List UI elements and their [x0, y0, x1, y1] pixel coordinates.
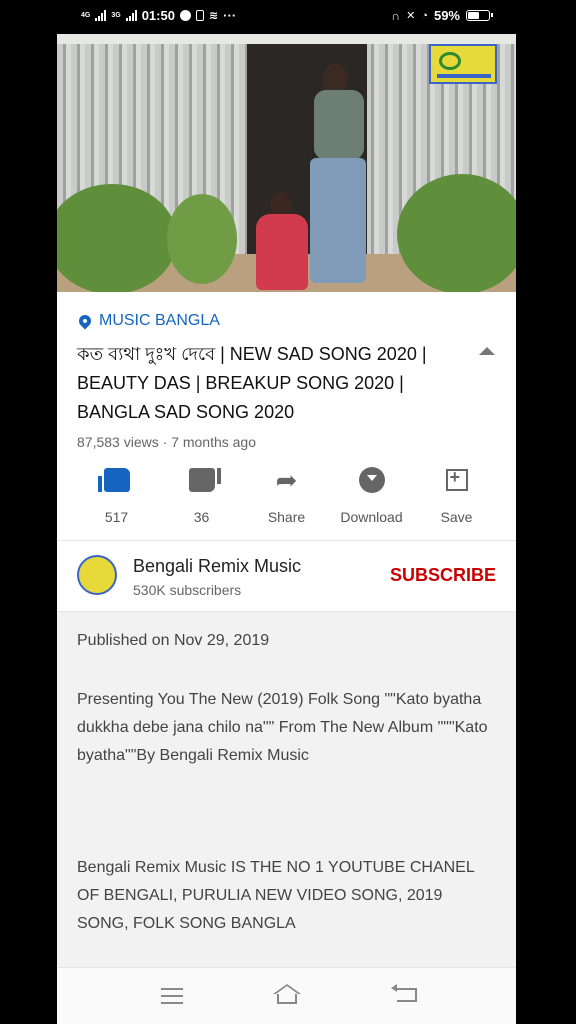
playlist-add-icon — [445, 467, 468, 491]
signal-icon-2 — [125, 10, 137, 21]
like-button[interactable]: 517 — [74, 464, 159, 525]
share-icon: ➦ — [275, 464, 298, 495]
download-icon — [358, 467, 385, 493]
headphones-icon: ∩ — [391, 8, 401, 23]
video-sky — [57, 34, 516, 44]
dislike-count: 36 — [193, 509, 210, 525]
video-meta: 87,583 views · 7 months ago — [77, 434, 256, 450]
system-nav-bar — [57, 967, 516, 1024]
mute-icon: ✕ — [406, 10, 416, 22]
video-player[interactable] — [57, 34, 516, 292]
video-details: MUSIC BANGLA কত ব্যথা দুঃখ দেবে | NEW SA… — [57, 292, 516, 967]
download-button[interactable]: Download — [329, 464, 414, 525]
back-icon[interactable] — [391, 984, 417, 1002]
overflow-icon: ··· — [223, 8, 237, 23]
thumbs-down-icon — [188, 468, 221, 492]
location-tag[interactable]: MUSIC BANGLA — [76, 312, 220, 330]
description-paragraph-2: Bengali Remix Music IS THE NO 1 YOUTUBE … — [77, 859, 475, 932]
like-count: 517 — [104, 509, 129, 525]
subscribe-button[interactable]: SUBSCRIBE — [390, 565, 496, 586]
video-man — [302, 64, 392, 289]
status-bar: 4G 3G 01:50 ≋ ··· ∩ ✕ ◔ 59% — [57, 0, 516, 34]
save-label: Save — [440, 509, 473, 525]
channel-avatar[interactable] — [77, 555, 117, 595]
storage-icon: ≋ — [208, 10, 219, 22]
channel-row: Bengali Remix Music 530K subscribers SUB… — [57, 542, 516, 612]
download-label: Download — [340, 509, 403, 525]
signal-icon — [95, 10, 107, 21]
wifi-call-icon: ◔ — [421, 9, 428, 22]
data-saver-icon — [179, 10, 191, 21]
collapse-chevron-icon[interactable] — [479, 347, 495, 355]
channel-logo-overlay — [429, 44, 497, 84]
bush-left — [57, 184, 177, 292]
share-button[interactable]: ➦ Share — [244, 464, 329, 526]
video-title: কত ব্যথা দুঃখ দেবে | NEW SAD SONG 2020 |… — [77, 344, 427, 422]
published-date: Published on Nov 29, 2019 — [77, 632, 270, 649]
channel-name[interactable]: Bengali Remix Music — [133, 556, 301, 577]
share-label: Share — [267, 509, 306, 525]
channel-subscribers: 530K subscribers — [133, 582, 242, 598]
network-label-1: 4G — [81, 12, 91, 19]
clock: 01:50 — [141, 8, 175, 23]
battery-percent: 59% — [433, 8, 460, 23]
network-label-2: 3G — [111, 12, 121, 19]
phone-screen: 4G 3G 01:50 ≋ ··· ∩ ✕ ◔ 59% MUSIC BANGLA… — [57, 0, 516, 1024]
video-woman — [252, 192, 312, 292]
save-button[interactable]: Save — [414, 464, 499, 525]
location-label: MUSIC BANGLA — [99, 312, 220, 329]
phone-status-icon — [195, 10, 204, 21]
bush-middle — [167, 194, 237, 284]
battery-icon — [466, 10, 493, 21]
description-paragraph-1: Presenting You The New (2019) Folk Song … — [77, 691, 488, 764]
location-pin-icon — [76, 312, 94, 330]
bush-right — [397, 174, 516, 292]
dislike-button[interactable]: 36 — [159, 464, 244, 525]
description-panel: Published on Nov 29, 2019 Presenting You… — [57, 612, 516, 967]
menu-icon[interactable] — [161, 988, 183, 1004]
thumbs-up-icon — [97, 468, 130, 492]
home-icon[interactable] — [273, 984, 301, 1006]
action-bar: 517 36 ➦ Share Download Save — [57, 464, 516, 534]
divider — [57, 540, 516, 541]
